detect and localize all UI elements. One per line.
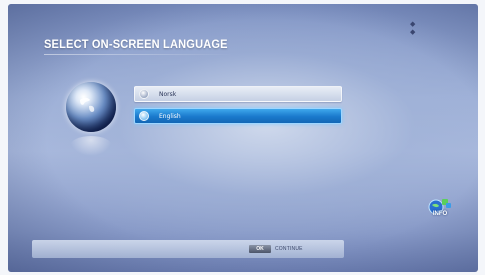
continue-label: CONTINUE <box>275 246 303 252</box>
language-option-norsk[interactable]: Norsk <box>134 86 342 102</box>
footer-bar: OK CONTINUE <box>32 240 344 258</box>
globe-icon <box>66 82 116 132</box>
language-option-english[interactable]: English <box>134 108 342 124</box>
language-bullet-icon <box>139 111 149 121</box>
language-list: Norsk English <box>134 86 342 130</box>
tv-screen: SELECT ON-SCREEN LANGUAGE ◆ ◆ Norsk Engl… <box>8 4 478 272</box>
page-title: SELECT ON-SCREEN LANGUAGE <box>44 37 228 51</box>
corner-marker-icon: ◆ ◆ <box>410 20 416 36</box>
language-label: Norsk <box>159 90 177 98</box>
ok-key-button[interactable]: OK <box>249 245 271 253</box>
language-label: English <box>159 112 181 120</box>
globe-continents-icon <box>80 97 95 112</box>
title-underline <box>44 54 234 55</box>
info-badge[interactable]: INFO <box>426 196 454 224</box>
globe-reflection <box>70 136 112 156</box>
info-label: INFO <box>432 211 448 217</box>
language-bullet-icon <box>139 89 149 99</box>
